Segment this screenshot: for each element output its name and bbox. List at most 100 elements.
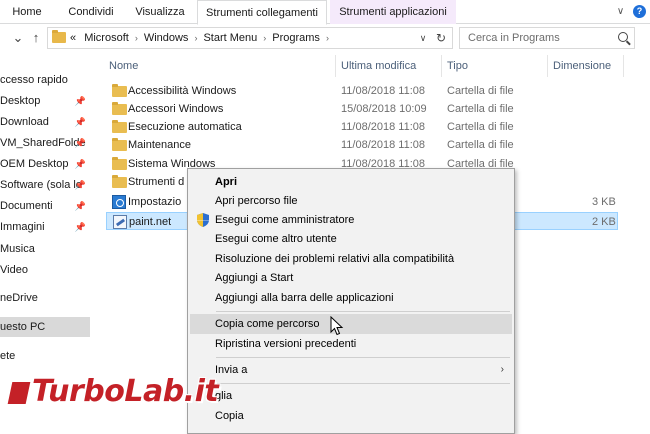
file-name: Impostazio	[128, 196, 182, 208]
tab-strumenti-applicazioni[interactable]: Strumenti applicazioni	[330, 0, 456, 24]
chevron-right-icon[interactable]: ›	[135, 33, 138, 43]
file-name: Strumenti d	[128, 176, 185, 188]
ribbon-tabs: Home Condividi Visualizza Strumenti coll…	[0, 0, 650, 25]
expand-ribbon-button[interactable]: ∨	[617, 6, 624, 17]
pin-icon: 📌	[74, 96, 86, 106]
nav-item-documenti[interactable]: Documenti 📌	[0, 196, 90, 216]
menu-separator	[216, 311, 510, 312]
back-arrow-icon[interactable]: ⌄	[10, 29, 26, 47]
folder-icon	[112, 175, 127, 188]
tab-strumenti-collegamenti[interactable]: Strumenti collegamenti	[197, 0, 327, 25]
nav-item-desktop[interactable]: Desktop 📌	[0, 91, 90, 111]
file-size: 3 KB	[592, 196, 616, 208]
menu-item-copia[interactable]: Copia	[190, 406, 512, 426]
menu-separator	[216, 383, 510, 384]
menu-item-invia-a[interactable]: Invia a ›	[190, 360, 512, 380]
address-bar[interactable]: « Microsoft › Windows › Start Menu › Programs ›…	[47, 27, 453, 49]
menu-item-aggiungi-a-start[interactable]: Aggiungi a Start	[190, 268, 512, 288]
file-name: Esecuzione automatica	[128, 121, 242, 133]
menu-item-apri-percorso-file[interactable]: Apri percorso file	[190, 191, 512, 211]
menu-item-ripristina-versioni-precedenti[interactable]: Ripristina versioni precedenti	[190, 334, 512, 354]
breadcrumb-overflow[interactable]: «	[70, 32, 76, 44]
nav-item-label: uesto PC	[0, 321, 46, 333]
chevron-right-icon[interactable]: ›	[263, 33, 266, 43]
settings-shortcut-icon	[112, 195, 126, 209]
folder-icon	[112, 102, 127, 115]
file-date: 11/08/2018 11:08	[341, 121, 426, 133]
pin-icon: 📌	[74, 180, 86, 190]
watermark-text: TurboLab.it	[32, 374, 219, 409]
nav-item-software[interactable]: Software (sola le 📌	[0, 175, 90, 195]
menu-item-copia-come-percorso[interactable]: Copia come percorso	[190, 314, 512, 334]
breadcrumb: « Microsoft › Windows › Start Menu › Programs ›	[70, 28, 335, 48]
tab-visualizza[interactable]: Visualizza	[130, 0, 190, 24]
menu-item-risoluzione-problemi[interactable]: Risoluzione dei problemi relativi alla c…	[190, 249, 512, 269]
nav-item-accesso-rapido[interactable]: ccesso rapido	[0, 70, 90, 90]
column-header-tipo[interactable]: Tipo	[442, 55, 548, 77]
breadcrumb-microsoft[interactable]: Microsoft	[84, 32, 129, 44]
up-arrow-icon[interactable]: ↑	[28, 29, 44, 47]
nav-item-label: neDrive	[0, 292, 38, 304]
folder-icon	[112, 84, 127, 97]
menu-item-aggiungi-barra-applicazioni[interactable]: Aggiungi alla barra delle applicazioni	[190, 288, 512, 308]
nav-item-musica[interactable]: Musica	[0, 239, 90, 259]
nav-item-video[interactable]: Video	[0, 260, 90, 280]
nav-item-label: ccesso rapido	[0, 74, 68, 86]
tab-home[interactable]: Home	[4, 0, 50, 24]
file-type: Cartella di file	[447, 139, 514, 151]
refresh-icon[interactable]: ↻	[434, 28, 448, 48]
file-row[interactable]: Maintenance 11/08/2018 11:08 Cartella di…	[106, 136, 618, 154]
mouse-cursor-icon	[330, 316, 344, 336]
file-type: Cartella di file	[447, 103, 514, 115]
file-date: 11/08/2018 11:08	[341, 139, 426, 151]
file-date: 11/08/2018 11:08	[341, 85, 426, 97]
search-box[interactable]: Cerca in Programs	[459, 27, 635, 49]
nav-item-vm-sharedfolder[interactable]: VM_SharedFolde 📌	[0, 133, 90, 153]
breadcrumb-programs[interactable]: Programs	[272, 32, 320, 44]
nav-item-label: OEM Desktop	[0, 158, 69, 170]
menu-item-label: Invia a	[215, 364, 248, 376]
pin-icon: 📌	[74, 159, 86, 169]
menu-item-esegui-come-altro-utente[interactable]: Esegui come altro utente	[190, 229, 512, 249]
column-header-dimensione[interactable]: Dimensione	[548, 55, 624, 77]
column-header-nome[interactable]: Nome	[104, 55, 336, 77]
menu-item-taglia[interactable]: glia	[190, 386, 512, 406]
nav-item-label: VM_SharedFolde	[0, 137, 86, 149]
search-input[interactable]: Cerca in Programs	[468, 28, 560, 48]
breadcrumb-windows[interactable]: Windows	[144, 32, 189, 44]
nav-item-oem-desktop[interactable]: OEM Desktop 📌	[0, 154, 90, 174]
search-icon[interactable]	[618, 32, 628, 42]
chevron-down-icon[interactable]: ∨	[416, 28, 430, 48]
file-type: Cartella di file	[447, 85, 514, 97]
pin-icon: 📌	[74, 201, 86, 211]
file-row[interactable]: Esecuzione automatica 11/08/2018 11:08 C…	[106, 118, 618, 136]
tab-condividi[interactable]: Condividi	[60, 0, 122, 24]
menu-item-apri[interactable]: Apri	[190, 172, 512, 192]
folder-icon	[112, 157, 127, 170]
nav-item-label: Download	[0, 116, 49, 128]
breadcrumb-start-menu[interactable]: Start Menu	[203, 32, 257, 44]
file-row[interactable]: Accessori Windows 15/08/2018 10:09 Carte…	[106, 100, 618, 118]
nav-item-onedrive[interactable]: neDrive	[0, 288, 90, 308]
nav-item-rete[interactable]: ete	[0, 346, 90, 366]
folder-icon	[52, 30, 66, 43]
menu-item-esegui-come-amministratore[interactable]: Esegui come amministratore	[190, 210, 512, 230]
chevron-right-icon[interactable]: ›	[194, 33, 197, 43]
file-size: 2 KB	[592, 216, 616, 228]
column-header-ultima-modifica[interactable]: Ultima modifica	[336, 55, 442, 77]
paint-net-icon	[113, 215, 127, 229]
nav-item-questo-pc[interactable]: uesto PC	[0, 317, 90, 337]
file-row[interactable]: Accessibilità Windows 11/08/2018 11:08 C…	[106, 82, 618, 100]
pin-icon: 📌	[74, 117, 86, 127]
nav-item-immagini[interactable]: Immagini 📌	[0, 217, 90, 237]
nav-item-label: ete	[0, 350, 16, 362]
help-icon[interactable]: ?	[633, 5, 646, 18]
file-name: Accessibilità Windows	[128, 85, 237, 97]
nav-item-label: Documenti	[0, 200, 53, 212]
nav-item-label: Desktop	[0, 95, 41, 107]
chevron-right-icon[interactable]: ›	[326, 33, 329, 43]
nav-item-label: Musica	[0, 243, 35, 255]
context-menu: Apri Apri percorso file Esegui come ammi…	[187, 168, 515, 434]
nav-item-download[interactable]: Download 📌	[0, 112, 90, 132]
folder-icon	[112, 138, 127, 151]
